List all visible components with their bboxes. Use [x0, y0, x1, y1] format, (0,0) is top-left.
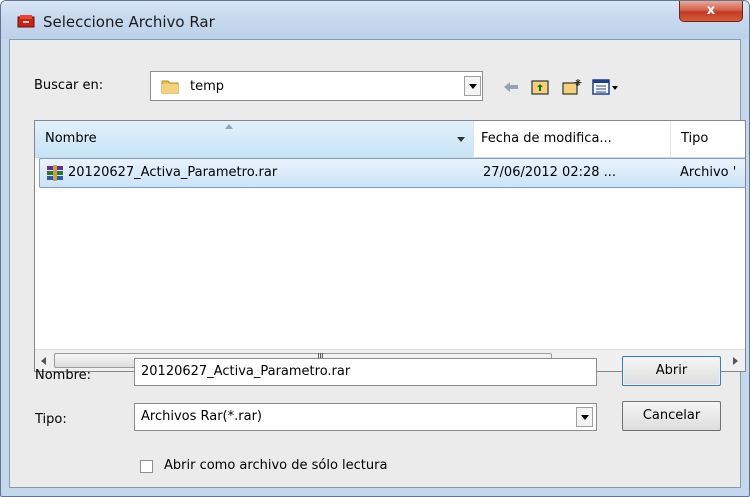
column-header-type[interactable]: Tipo	[671, 121, 745, 157]
close-button[interactable]: x	[679, 1, 743, 22]
file-name: 20120627_Activa_Parametro.rar	[68, 165, 278, 180]
file-row[interactable]: 20120627_Activa_Parametro.rar 27/06/2012…	[39, 158, 745, 188]
lookin-combo[interactable]: temp	[150, 71, 483, 101]
lookin-value: temp	[190, 79, 225, 94]
file-date: 27/06/2012 02:28 ...	[483, 165, 617, 180]
filetype-label: Tipo:	[35, 412, 67, 427]
filetype-select[interactable]: Archivos Rar(*.rar)	[134, 403, 597, 431]
filetype-dropdown-button[interactable]	[576, 407, 593, 427]
open-file-dialog: Seleccione Archivo Rar x Buscar en: temp	[0, 0, 750, 497]
new-folder-icon[interactable]	[561, 78, 583, 96]
readonly-checkbox[interactable]	[140, 460, 153, 473]
column-filter-dropdown-icon[interactable]	[457, 137, 465, 142]
view-menu-icon[interactable]	[591, 78, 619, 96]
readonly-label[interactable]: Abrir como archivo de sólo lectura	[164, 458, 387, 473]
rar-archive-icon	[47, 165, 63, 181]
scroll-right-icon[interactable]	[733, 357, 738, 365]
window-title: Seleccione Archivo Rar	[43, 13, 215, 31]
column-header-date[interactable]: Fecha de modifica...	[474, 121, 670, 157]
winrar-icon	[17, 15, 35, 28]
up-folder-icon[interactable]	[530, 78, 550, 96]
folder-icon	[161, 80, 179, 94]
title-bar[interactable]: Seleccione Archivo Rar x	[1, 1, 749, 39]
filename-label: Nombre:	[35, 368, 92, 383]
filename-input[interactable]: 20120627_Activa_Parametro.rar	[134, 358, 597, 386]
dialog-body: Buscar en: temp Nombre Fecha de modifica…	[9, 39, 746, 488]
open-button[interactable]: Abrir	[622, 356, 721, 386]
list-header: Nombre Fecha de modifica... Tipo	[35, 121, 745, 158]
column-header-name[interactable]: Nombre	[35, 121, 473, 157]
file-type: Archivo '	[680, 165, 737, 180]
sort-ascending-icon	[225, 124, 233, 129]
file-list[interactable]: Nombre Fecha de modifica... Tipo 2012062…	[34, 120, 746, 372]
back-arrow-icon[interactable]	[501, 78, 521, 96]
lookin-dropdown-button[interactable]	[464, 76, 481, 96]
cancel-button[interactable]: Cancelar	[622, 401, 721, 431]
scroll-left-icon[interactable]	[41, 357, 46, 365]
lookin-label: Buscar en:	[34, 78, 104, 93]
close-icon: x	[706, 3, 716, 18]
